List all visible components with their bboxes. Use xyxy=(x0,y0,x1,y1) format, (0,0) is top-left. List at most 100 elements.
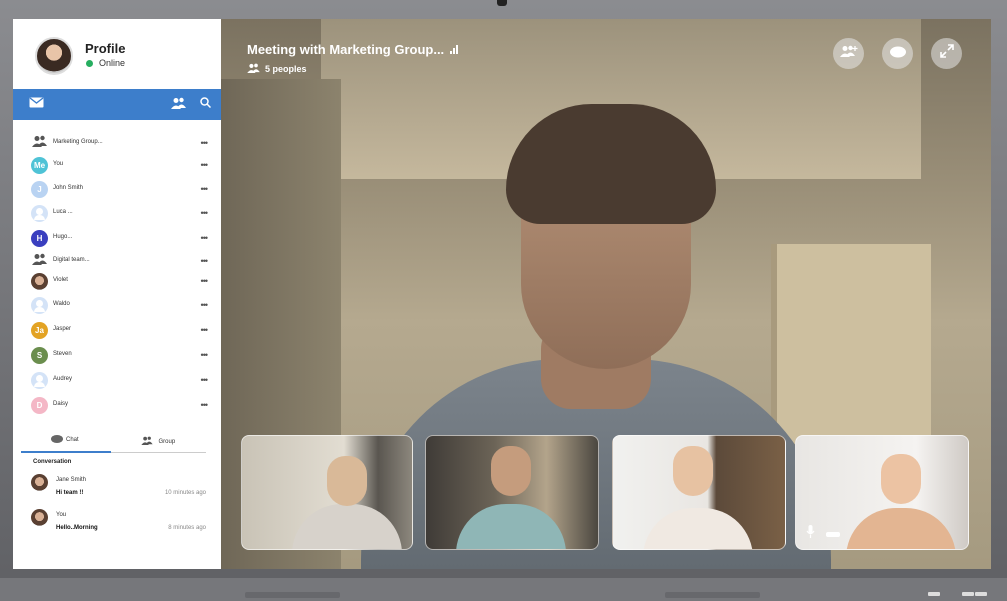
participant-body xyxy=(643,508,753,549)
contact-name: Daisy xyxy=(53,401,69,407)
contact-item[interactable]: Marketing Group... ••• xyxy=(13,135,221,157)
participant-thumbnail[interactable] xyxy=(241,435,413,550)
app-screen: Profile Online Marketing Group... ••• Me Yo… xyxy=(13,19,991,569)
sidebar-toolbar xyxy=(13,89,221,120)
signal-icon xyxy=(449,42,459,57)
sidebar-tabs: Chat Group xyxy=(21,429,206,453)
avatar[interactable] xyxy=(35,37,73,75)
more-options-icon[interactable]: ••• xyxy=(201,233,209,243)
avatar: D xyxy=(31,397,48,414)
more-options-icon[interactable]: ••• xyxy=(201,350,209,360)
more-options-icon[interactable]: ••• xyxy=(201,325,209,335)
indicator-light xyxy=(975,592,987,596)
contact-name: Steven xyxy=(53,351,72,357)
speaker-grille xyxy=(245,592,340,598)
message-text: Hello..Morning xyxy=(56,525,98,531)
contact-item[interactable]: S Steven ••• xyxy=(13,347,221,369)
profile-header[interactable]: Profile Online xyxy=(13,19,221,89)
participant-body xyxy=(846,508,956,549)
message-sender: Jane Smith xyxy=(56,477,87,483)
avatar xyxy=(31,273,48,290)
contact-item[interactable]: J John Smith ••• xyxy=(13,181,221,203)
contact-name: Jasper xyxy=(53,326,72,332)
people-icon xyxy=(247,63,260,76)
tab-chat-label: Chat xyxy=(66,437,79,443)
message-time: 8 minutes ago xyxy=(168,525,206,531)
message-text: Hi team !! xyxy=(56,490,84,496)
contact-name: You xyxy=(53,161,64,167)
participant-thumbnail[interactable] xyxy=(612,435,786,550)
online-status-dot xyxy=(86,60,93,67)
participant-body xyxy=(456,504,566,549)
mail-icon[interactable] xyxy=(29,97,44,111)
microphone-icon[interactable] xyxy=(806,525,815,541)
participant-body xyxy=(292,504,402,549)
contact-item[interactable]: D Daisy ••• xyxy=(13,397,221,419)
avatar: H xyxy=(31,230,48,247)
participant-thumbnail[interactable] xyxy=(795,435,969,550)
avatar xyxy=(31,297,48,314)
participant-count: 5 peoples xyxy=(265,64,307,74)
message-time: 10 minutes ago xyxy=(164,490,206,496)
status-text: Online xyxy=(99,58,126,68)
participant-face xyxy=(881,454,921,504)
avatar xyxy=(31,205,48,222)
group-icon xyxy=(31,135,48,152)
search-icon[interactable] xyxy=(200,97,212,111)
meeting-title: Meeting with Marketing Group... xyxy=(247,42,459,57)
fullscreen-button[interactable] xyxy=(931,38,962,69)
message-item[interactable]: Jane Smith Hi team !! 10 minutes ago xyxy=(13,474,221,504)
speaker-grille xyxy=(665,592,760,598)
contact-item[interactable]: Ja Jasper ••• xyxy=(13,322,221,344)
tab-chat[interactable]: Chat xyxy=(21,429,111,453)
more-options-icon[interactable]: ••• xyxy=(201,184,209,194)
contact-item[interactable]: Waldo ••• xyxy=(13,297,221,319)
more-options-icon[interactable]: ••• xyxy=(201,276,209,286)
chat-button[interactable] xyxy=(882,38,913,69)
bezel-bottom xyxy=(0,578,1007,601)
participant-face xyxy=(327,456,367,506)
more-options-icon[interactable]: ••• xyxy=(201,300,209,310)
add-user-icon xyxy=(839,45,858,61)
participant-thumbnail[interactable] xyxy=(425,435,599,550)
contact-name: Audrey xyxy=(53,376,73,382)
more-options-icon[interactable]: ••• xyxy=(201,375,209,385)
contact-item[interactable]: H Hugo... ••• xyxy=(13,230,221,252)
main-video[interactable]: Meeting with Marketing Group... 5 people… xyxy=(221,19,991,569)
group-icon xyxy=(141,435,156,446)
contact-name: Luca ... xyxy=(53,209,73,215)
message-item[interactable]: You Hello..Morning 8 minutes ago xyxy=(13,509,221,539)
sidebar: Profile Online Marketing Group... ••• Me Yo… xyxy=(13,19,221,569)
contact-item[interactable]: Violet ••• xyxy=(13,273,221,295)
group-icon xyxy=(31,253,48,270)
message-sender: You xyxy=(56,512,67,518)
contact-name: Marketing Group... xyxy=(53,139,103,145)
volume-bar xyxy=(826,532,840,537)
tab-group[interactable]: Group xyxy=(111,429,206,453)
more-options-icon[interactable]: ••• xyxy=(201,208,209,218)
avatar: J xyxy=(31,181,48,198)
more-options-icon[interactable]: ••• xyxy=(201,400,209,410)
avatar xyxy=(31,372,48,389)
contact-item[interactable]: Audrey ••• xyxy=(13,372,221,394)
contact-name: Hugo... xyxy=(53,234,73,240)
avatar xyxy=(31,509,48,526)
video-background xyxy=(771,244,931,444)
contact-name: John Smith xyxy=(53,185,84,191)
avatar: Me xyxy=(31,157,48,174)
more-options-icon[interactable]: ••• xyxy=(201,256,209,266)
add-user-button[interactable] xyxy=(833,38,864,69)
camera xyxy=(497,0,507,6)
more-options-icon[interactable]: ••• xyxy=(201,160,209,170)
contact-name: Digital team... xyxy=(53,257,90,263)
contact-item[interactable]: Luca ... ••• xyxy=(13,205,221,227)
contact-name: Waldo xyxy=(53,301,70,307)
contact-item[interactable]: Digital team... ••• xyxy=(13,253,221,275)
contact-item[interactable]: Me You ••• xyxy=(13,157,221,179)
group-icon[interactable] xyxy=(171,97,186,112)
avatar: S xyxy=(31,347,48,364)
more-options-icon[interactable]: ••• xyxy=(201,138,209,148)
meeting-title-text: Meeting with Marketing Group... xyxy=(247,42,445,57)
profile-title: Profile xyxy=(85,41,126,56)
contact-name: Violet xyxy=(53,277,68,283)
